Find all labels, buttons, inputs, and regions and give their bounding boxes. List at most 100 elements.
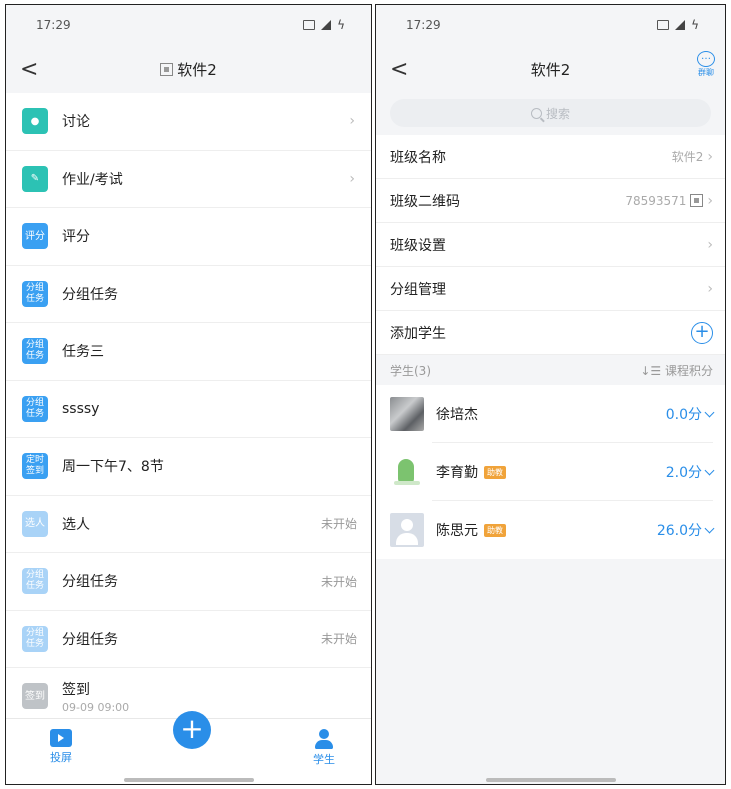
chevron-right-icon: ›: [707, 192, 713, 209]
activity-label: 签到: [62, 681, 90, 698]
bottom-tab-bar: 投屏 + 学生: [6, 711, 371, 784]
settings-label: 班级名称: [390, 149, 446, 166]
page-title: 软件2: [6, 59, 371, 80]
student-score[interactable]: 2.0分: [665, 462, 715, 482]
settings-class-qr-code[interactable]: 班级二维码 78593571 ›: [376, 179, 725, 223]
person-icon: [315, 729, 333, 749]
page-title-text: 软件2: [530, 60, 571, 79]
settings-add-student[interactable]: 添加学生 +: [376, 311, 725, 355]
status-bar: 17:29 ϟ: [376, 5, 725, 45]
add-activity-button[interactable]: +: [173, 711, 211, 749]
group-chat-label: 群聊: [698, 68, 714, 77]
chevron-right-icon: ›: [707, 280, 713, 297]
search-input[interactable]: 搜索: [390, 99, 711, 127]
charging-icon: ϟ: [691, 18, 699, 32]
settings-label: 班级二维码: [390, 193, 460, 210]
settings-label: 添加学生: [390, 325, 446, 342]
assistant-badge: 助教: [484, 523, 506, 537]
activity-label: 作业/考试: [62, 171, 123, 188]
student-score-value: 2.0分: [665, 465, 702, 481]
settings-label: 分组管理: [390, 281, 446, 298]
settings-value: ›: [707, 237, 713, 253]
chevron-down-icon: [704, 465, 715, 475]
student-score-value: 26.0分: [656, 523, 702, 539]
activity-label: 周一下午7、8节: [62, 459, 164, 476]
activity-type-icon: 定时签到: [22, 453, 48, 480]
sort-by-points-button[interactable]: ↓☰ 课程积分: [640, 362, 713, 379]
student-row[interactable]: 徐培杰 0.0分: [376, 385, 725, 443]
activity-status: 未开始: [320, 632, 357, 647]
student-score[interactable]: 26.0分: [656, 520, 715, 540]
activity-type-icon: ✎: [22, 165, 48, 192]
sim-icon: [303, 20, 316, 30]
student-row[interactable]: 陈思元 助教 26.0分: [376, 501, 725, 559]
activity-item[interactable]: 分组任务 分组任务 未开始: [6, 553, 371, 611]
activity-label: 讨论: [62, 114, 90, 131]
student-name-text: 徐培杰: [436, 407, 478, 423]
back-button[interactable]: <: [390, 57, 408, 82]
nav-bar: < 软件2 … 群聊: [376, 45, 725, 93]
activity-text: 分组任务: [62, 571, 118, 591]
settings-class-settings[interactable]: 班级设置 ›: [376, 223, 725, 267]
page-title: 软件2: [376, 59, 725, 80]
tab-screen-cast[interactable]: 投屏: [50, 729, 72, 765]
activity-status: 未开始: [320, 574, 357, 589]
activity-item[interactable]: 定时签到 周一下午7、8节: [6, 438, 371, 496]
activity-label: 分组任务: [62, 286, 118, 303]
activity-label: 评分: [62, 229, 90, 246]
student-name: 陈思元 助教: [436, 520, 506, 540]
activity-type-icon: ●: [22, 108, 48, 135]
activity-label: 选人: [62, 516, 90, 533]
activity-item[interactable]: 评分 评分: [6, 208, 371, 266]
activity-item[interactable]: 分组任务 分组任务: [6, 266, 371, 323]
activity-item[interactable]: 分组任务 任务三: [6, 323, 371, 381]
tab-students[interactable]: 学生: [313, 729, 335, 767]
status-time: 17:29: [406, 18, 441, 32]
settings-value: ›: [707, 281, 713, 297]
activity-text: 任务三: [62, 341, 104, 361]
qr-code-icon[interactable]: [160, 62, 174, 76]
left-screen: 17:29 ϟ < 软件2 ● 讨论 › ✎ 作业/考试 › 评分 评分 分组任务 分组任务 分组任…: [5, 4, 372, 785]
student-score[interactable]: 0.0分: [665, 404, 715, 424]
signal-icon: [675, 20, 686, 30]
activity-label: 分组任务: [62, 631, 118, 648]
activity-item[interactable]: ✎ 作业/考试 ›: [6, 151, 371, 208]
class-code-value: 78593571: [625, 193, 687, 208]
activity-text: 签到 09-09 09:00: [62, 679, 129, 714]
avatar: [390, 397, 424, 431]
chevron-right-icon: ›: [707, 236, 713, 253]
home-indicator: [123, 778, 254, 782]
activity-text: 选人: [62, 514, 90, 534]
chevron-right-icon: ›: [349, 113, 355, 130]
group-chat-button[interactable]: … 群聊: [697, 51, 715, 78]
activity-item[interactable]: ● 讨论 ›: [6, 93, 371, 151]
back-button[interactable]: <: [20, 57, 38, 82]
student-row[interactable]: 李育勤 助教 2.0分: [376, 443, 725, 501]
nav-bar: < 软件2: [6, 45, 371, 93]
activity-type-icon: 评分: [22, 223, 48, 250]
settings-value: 软件2 ›: [672, 148, 713, 165]
avatar: [390, 513, 424, 547]
activity-text: ssssy: [62, 401, 99, 417]
tab-students-label: 学生: [313, 753, 335, 766]
activity-type-icon: 分组任务: [22, 395, 48, 422]
add-student-icon[interactable]: +: [691, 321, 713, 344]
settings-group-management[interactable]: 分组管理 ›: [376, 267, 725, 311]
students-header: 学生(3) ↓☰ 课程积分: [376, 355, 725, 385]
activity-text: 周一下午7、8节: [62, 456, 164, 476]
activity-item[interactable]: 选人 选人 未开始: [6, 496, 371, 553]
status-bar: 17:29 ϟ: [6, 5, 371, 45]
screen-cast-icon: [50, 729, 72, 747]
activity-text: 分组任务: [62, 629, 118, 649]
search-icon: [530, 107, 542, 119]
student-score-value: 0.0分: [665, 407, 702, 423]
activity-time: 09-09 09:00: [62, 700, 130, 714]
settings-class-name[interactable]: 班级名称 软件2 ›: [376, 135, 725, 179]
activity-item[interactable]: 分组任务 ssssy: [6, 381, 371, 438]
search-placeholder: 搜索: [545, 106, 570, 121]
settings-label: 班级设置: [390, 237, 446, 254]
activity-item[interactable]: 分组任务 分组任务 未开始: [6, 611, 371, 668]
avatar: [390, 455, 424, 489]
activity-type-icon: 分组任务: [22, 568, 48, 595]
activity-label: 分组任务: [62, 574, 118, 591]
